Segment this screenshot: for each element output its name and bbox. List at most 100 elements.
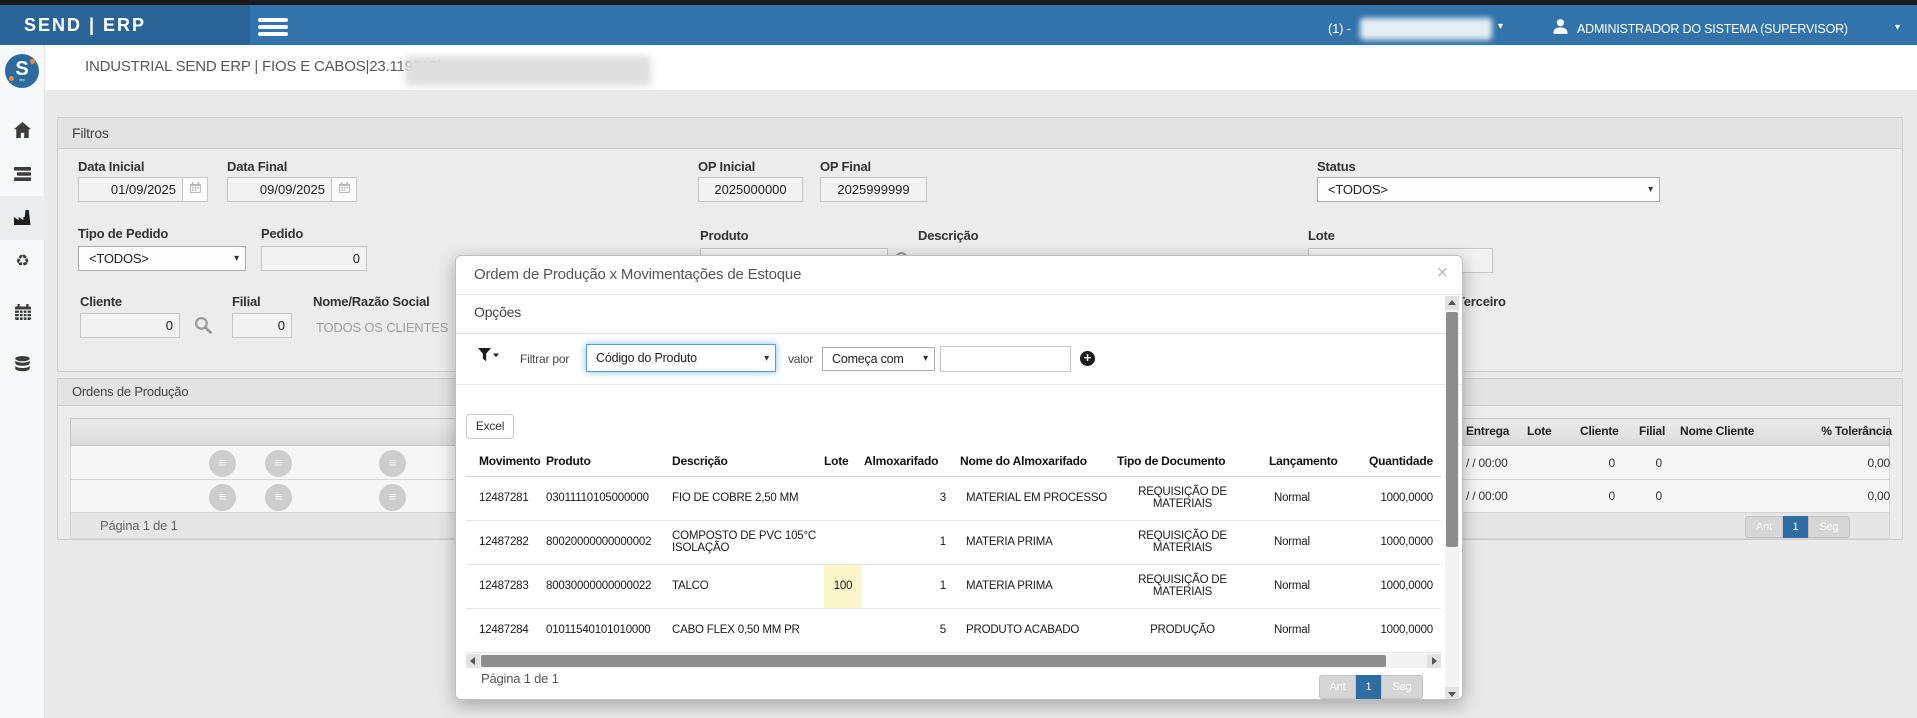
pagination-current[interactable]: 1	[1356, 675, 1381, 699]
descricao-label: Descrição	[918, 228, 978, 243]
sidebar-item-calendar[interactable]	[0, 292, 45, 332]
pedido-label: Pedido	[261, 226, 303, 241]
pagination-next[interactable]: Seg	[1381, 675, 1423, 699]
modal-title: Ordem de Produção x Movimentações de Est…	[474, 266, 801, 283]
table-row[interactable]: 12487283 80030000000000022 TALCO 100 1 M…	[466, 564, 1441, 608]
col-cliente: Cliente	[1580, 424, 1619, 438]
cell-filial: 0	[1625, 456, 1662, 470]
cell-produto: 80030000000000022	[544, 564, 668, 608]
cell-filial: 0	[1625, 489, 1662, 503]
scroll-right-icon[interactable]	[1427, 654, 1441, 668]
row-action-button[interactable]: ≡	[209, 450, 236, 477]
terceiro-label: Terceiro	[1457, 294, 1506, 309]
col-entrega: Entrega	[1466, 424, 1509, 438]
cell-quantidade: 1000,0000	[1349, 476, 1441, 520]
cell-quantidade: 1000,0000	[1349, 520, 1441, 564]
filial-input[interactable]	[232, 313, 292, 338]
sidebar-item-database[interactable]	[0, 344, 45, 384]
col-lote[interactable]: Lote	[824, 446, 862, 476]
col-nome-almoxarifado[interactable]: Nome do Almoxarifado	[954, 446, 1109, 476]
movements-table: Movimento Produto Descrição Lote Almoxar…	[466, 446, 1441, 653]
data-final-label: Data Final	[227, 159, 287, 174]
sidebar-item-production[interactable]	[0, 196, 45, 240]
excel-export-button[interactable]: Excel	[466, 414, 514, 439]
chevron-down-icon[interactable]: ▾	[1895, 22, 1900, 33]
cell-lancamento: Normal	[1256, 476, 1349, 520]
status-select[interactable]: <TODOS> ▾	[1317, 177, 1660, 202]
scrollbar-thumb[interactable]	[481, 655, 1386, 667]
close-icon[interactable]: ×	[1437, 262, 1448, 285]
filter-operator-select[interactable]: Começa com ▾	[822, 347, 935, 371]
data-inicial-input[interactable]	[78, 177, 183, 202]
filter-funnel-icon[interactable]	[478, 348, 500, 368]
sidebar-item-modules[interactable]	[0, 154, 45, 194]
page-indicator: Página 1 de 1	[100, 518, 178, 533]
company-prefix: (1) -	[1328, 21, 1351, 36]
sidebar-item-home[interactable]	[0, 110, 45, 150]
col-produto[interactable]: Produto	[544, 446, 668, 476]
user-menu[interactable]: ADMINISTRADOR DO SISTEMA (SUPERVISOR)	[1577, 22, 1848, 36]
data-final-input[interactable]	[227, 177, 332, 202]
pagination-next[interactable]: Seg	[1808, 516, 1850, 538]
search-icon[interactable]	[194, 316, 212, 339]
cell-lancamento: Normal	[1256, 564, 1349, 608]
calendar-button[interactable]	[331, 177, 357, 202]
tipo-pedido-select[interactable]: <TODOS> ▾	[78, 246, 246, 271]
database-icon	[15, 356, 30, 373]
cell-almoxarifado: 1	[862, 564, 954, 608]
cell-lote	[824, 520, 862, 564]
add-filter-icon[interactable]: +	[1080, 351, 1095, 366]
col-movimento[interactable]: Movimento	[466, 446, 544, 476]
scroll-down-icon[interactable]	[1445, 687, 1459, 700]
cell-lancamento: Normal	[1256, 520, 1349, 564]
scroll-up-icon[interactable]	[1445, 296, 1459, 310]
col-quantidade[interactable]: Quantidade	[1349, 446, 1441, 476]
filter-field-select[interactable]: Código do Produto ▾	[586, 344, 776, 372]
row-action-button[interactable]: ≡	[379, 484, 406, 511]
nome-razao-label: Nome/Razão Social	[313, 294, 430, 309]
row-action-button[interactable]: ≡	[265, 450, 292, 477]
chevron-down-icon[interactable]: ▾	[1498, 21, 1503, 32]
op-final-input[interactable]	[820, 177, 927, 202]
table-row[interactable]: 12487282 80020000000000002 COMPOSTO DE P…	[466, 520, 1441, 564]
pedido-input[interactable]	[261, 246, 367, 271]
op-inicial-input[interactable]	[698, 177, 803, 202]
app-logo[interactable]: S erp	[5, 54, 39, 88]
cell-almoxarifado: 5	[862, 608, 954, 652]
row-action-button[interactable]: ≡	[265, 484, 292, 511]
cell-nome-almoxarifado: MATERIA PRIMA	[954, 520, 1109, 564]
col-filial: Filial	[1639, 424, 1665, 438]
col-lancamento[interactable]: Lançamento	[1256, 446, 1349, 476]
row-action-button[interactable]: ≡	[209, 484, 236, 511]
lote-label: Lote	[1308, 228, 1335, 243]
menu-toggle-icon[interactable]	[258, 18, 288, 34]
vertical-scrollbar[interactable]	[1445, 296, 1459, 700]
cell-almoxarifado: 3	[862, 476, 954, 520]
breadcrumb: INDUSTRIAL SEND ERP | FIOS E CABOS|23.11…	[85, 58, 441, 75]
pagination-prev[interactable]: Ant	[1745, 516, 1783, 538]
sidebar-item-recycle[interactable]: ♻	[0, 242, 45, 282]
filter-value-input[interactable]	[940, 346, 1071, 372]
filtrar-por-label: Filtrar por	[520, 352, 569, 366]
scrollbar-thumb[interactable]	[1446, 312, 1458, 547]
cell-movimento: 12487284	[466, 608, 544, 652]
cell-produto: 03011110105000000	[544, 476, 668, 520]
horizontal-scrollbar[interactable]	[466, 654, 1441, 668]
table-row[interactable]: 12487284 01011540101010000 CABO FLEX 0,5…	[466, 608, 1441, 652]
app-window: SEND | ERP (1) - ▾ ADMINISTRADOR DO SIST…	[0, 0, 1917, 718]
pagination-prev[interactable]: Ant	[1319, 675, 1356, 699]
calendar-icon	[339, 182, 350, 193]
pagination-current[interactable]: 1	[1783, 516, 1808, 538]
cell-cliente: 0	[1560, 456, 1615, 470]
row-action-button[interactable]: ≡	[379, 450, 406, 477]
cliente-input[interactable]	[80, 313, 180, 338]
status-label: Status	[1317, 159, 1356, 174]
document-icon: ≡	[389, 455, 396, 470]
col-descricao[interactable]: Descrição	[668, 446, 824, 476]
table-row[interactable]: 12487281 03011110105000000 FIO DE COBRE …	[466, 476, 1441, 520]
company-name-blurred[interactable]	[1360, 18, 1492, 40]
col-tipo-documento[interactable]: Tipo de Documento	[1109, 446, 1256, 476]
scroll-left-icon[interactable]	[466, 654, 480, 668]
calendar-button[interactable]	[182, 177, 208, 202]
col-almoxarifado[interactable]: Almoxarifado	[862, 446, 954, 476]
